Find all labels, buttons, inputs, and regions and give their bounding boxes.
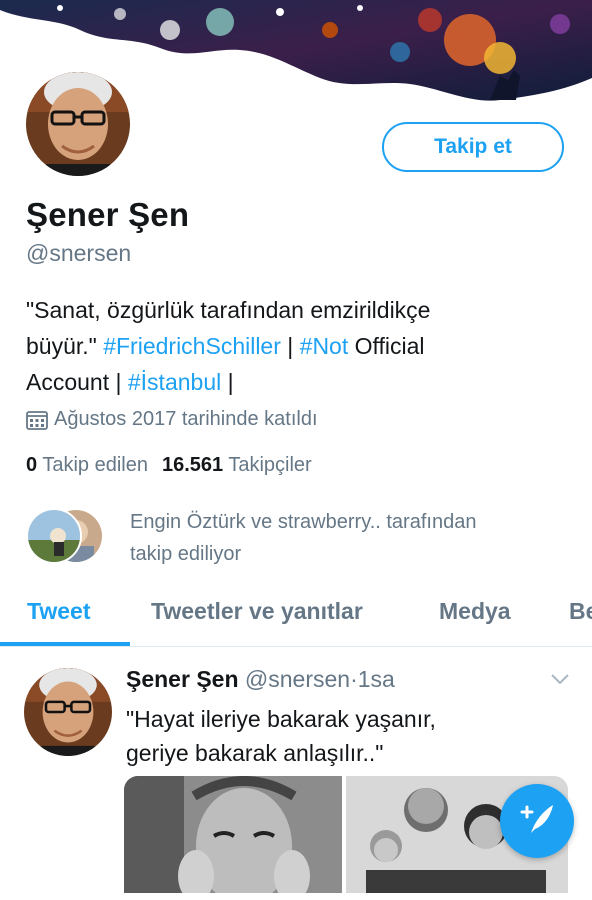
followers-link[interactable]: 16.561 Takipçiler [162,454,312,476]
joined-date: Ağustos 2017 tarihinde katıldı [26,408,318,431]
follow-stats: 0 Takip edilen 16.561 Takipçiler [26,454,312,477]
bio-line: Account | #İstanbul | [26,364,566,400]
joined-text: Ağustos 2017 tarihinde katıldı [54,408,318,430]
avatar-photo [26,72,130,176]
profile-name: Şener Şen [26,196,190,233]
followers-label: Takipçiler [228,454,312,476]
tab-media[interactable]: Medya [439,598,511,625]
tweet-line: "Hayat ileriye bakarak yaşanır, [126,706,436,732]
hashtag-link[interactable]: #İstanbul [128,369,221,395]
calendar-icon [26,410,48,430]
compose-tweet-icon [517,799,557,844]
active-tab-indicator [0,642,130,646]
compose-tweet-button[interactable] [500,784,574,858]
following-link[interactable]: 0 Takip edilen [26,454,148,476]
bottom-edge [0,893,592,900]
follow-button[interactable]: Takip et [382,122,564,172]
followers-count: 16.561 [161,454,224,476]
hashtag-link[interactable]: #Not [300,333,349,359]
follower-avatar [26,508,82,564]
tweet-line: geriye bakarak anlaşılır.." [126,740,384,766]
tweet-author-name[interactable]: Şener Şen [126,666,239,692]
profile-avatar[interactable] [22,68,134,180]
bio-line: büyür." #FriedrichSchiller | #Not Offici… [26,328,566,364]
bio-text: | [221,369,234,395]
tweet-separator: · [350,666,358,692]
tweet-text: "Hayat ileriye bakarak yaşanır, geriye b… [126,702,566,770]
bio-text: | [280,333,300,359]
tab-likes[interactable]: Be [569,598,592,625]
following-label: Takip edilen [42,454,148,476]
tab-tweets-and-replies[interactable]: Tweetler ve yanıtlar [151,598,363,625]
profile-tabs: Tweet Tweetler ve yanıtlar Medya Be [0,590,592,647]
profile-handle: @snersen [26,240,132,266]
followed-by-line: Engin Öztürk ve strawberry.. tarafından [130,511,477,533]
hashtag-link[interactable]: #FriedrichSchiller [103,333,281,359]
chevron-down-icon[interactable] [550,672,570,691]
followed-by-line: takip ediliyor [130,543,242,565]
bio-text: büyür." [26,333,104,359]
tab-tweet[interactable]: Tweet [27,598,90,625]
profile-bio: "Sanat, özgürlük tarafından emzirildikçe… [26,292,566,400]
followed-by-text[interactable]: Engin Öztürk ve strawberry.. tarafından … [130,506,570,570]
bio-text: Official [348,333,425,359]
bio-text: Account | [26,369,128,395]
tweet-avatar[interactable] [24,668,112,756]
tweet-header: Şener Şen @snersen·1sa [126,666,395,693]
tweet-time[interactable]: 1sa [358,666,395,692]
following-count: 0 [26,454,38,476]
bio-line: "Sanat, özgürlük tarafından emzirildikçe [26,297,431,323]
tweet-image[interactable] [124,776,342,900]
tweet-author-handle[interactable]: @snersen [245,666,350,692]
